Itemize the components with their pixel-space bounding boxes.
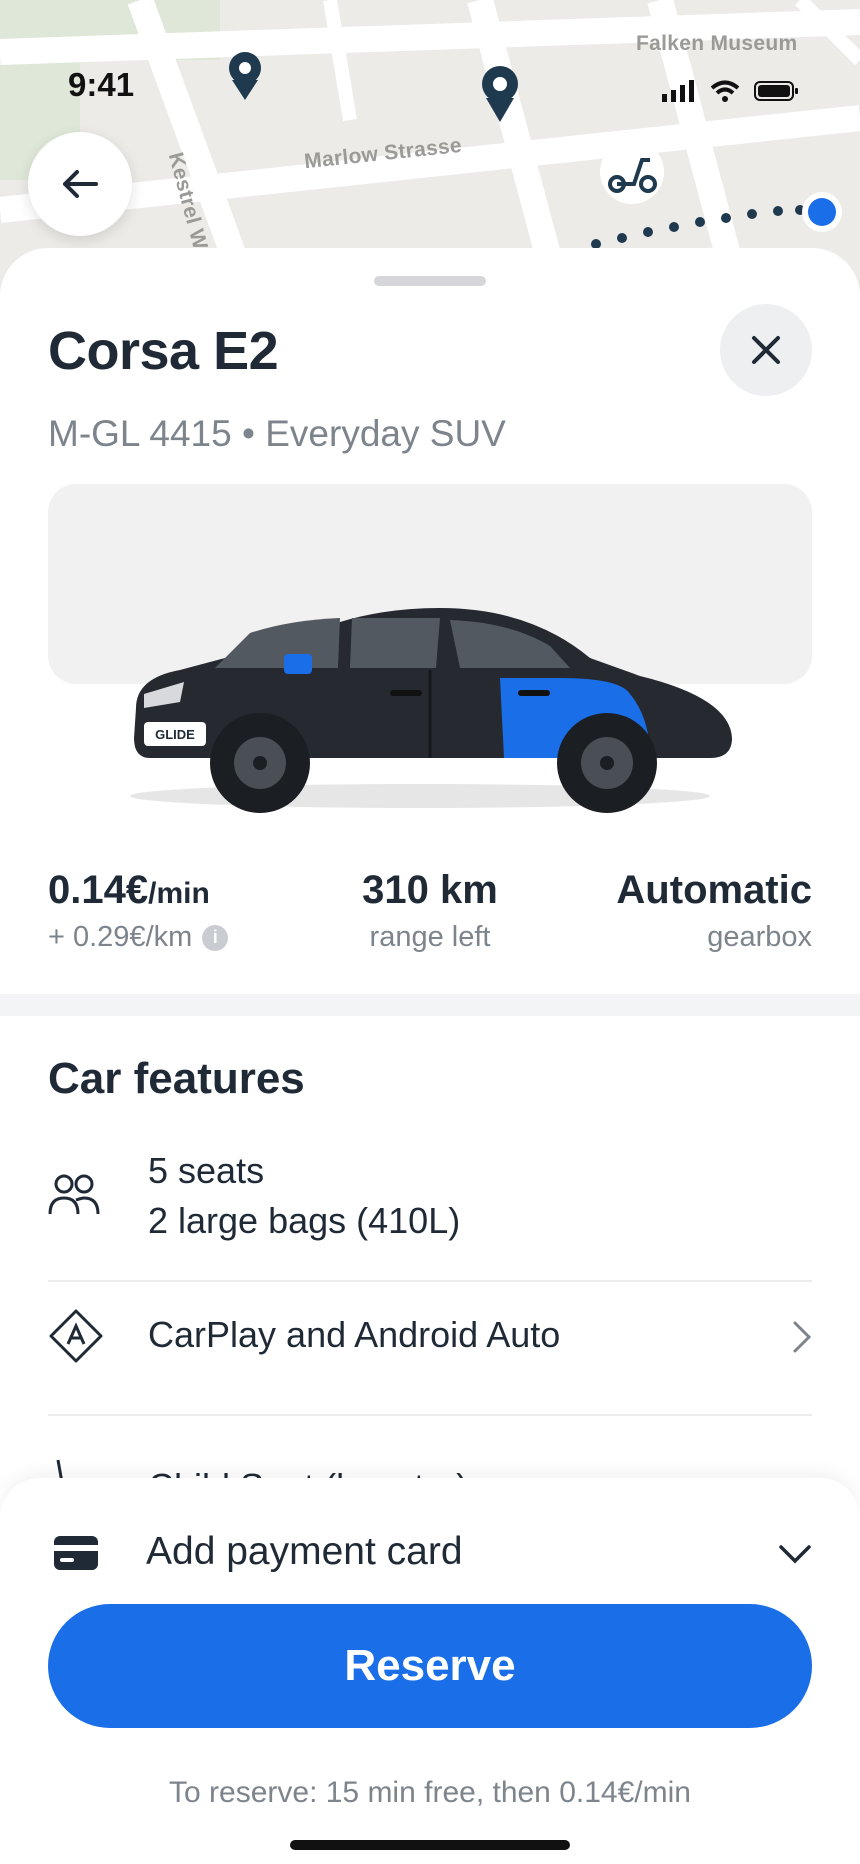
section-divider <box>0 994 860 1016</box>
feature-carplay-label: CarPlay and Android Auto <box>148 1314 561 1355</box>
reserve-note: To reserve: 15 min free, then 0.14€/min <box>169 1776 691 1809</box>
payment-selector[interactable]: Add payment card <box>48 1518 812 1588</box>
carplay-icon <box>49 1309 103 1363</box>
back-button[interactable] <box>28 132 132 236</box>
license-plate: M-GL 4415 <box>48 413 232 454</box>
people-icon <box>48 1174 100 1215</box>
car-illustration: GLIDE <box>130 608 732 813</box>
list-divider <box>48 1280 812 1282</box>
payment-label: Add payment card <box>146 1530 463 1573</box>
system-icons <box>662 80 800 102</box>
chevron-down-icon <box>779 1545 811 1564</box>
vehicle-subtitle: M-GL 4415 • Everyday SUV <box>48 413 506 455</box>
gearbox-value: Automatic <box>616 868 812 912</box>
status-bar: 9:41 <box>0 0 860 180</box>
feature-seats: 5 seats 2 large bags (410L) <box>48 1146 812 1256</box>
feature-seats-line2: 2 large bags (410L) <box>148 1200 461 1241</box>
close-button[interactable] <box>720 304 812 396</box>
vehicle-name: Corsa E2 <box>48 321 279 381</box>
credit-card-icon <box>54 1536 98 1570</box>
vehicle-category: Everyday SUV <box>265 413 506 454</box>
reserve-button[interactable]: Reserve <box>48 1604 812 1728</box>
wifi-icon <box>710 80 740 102</box>
signal-icon <box>662 80 694 102</box>
features-title: Car features <box>48 1054 305 1103</box>
separator-dot: • <box>242 413 255 454</box>
home-indicator[interactable] <box>290 1840 570 1850</box>
feature-seats-line1: 5 seats <box>148 1150 265 1191</box>
gearbox-label: gearbox <box>707 921 812 953</box>
chevron-right-icon <box>793 1321 812 1353</box>
arrow-left-icon <box>63 170 98 198</box>
feature-carplay[interactable]: CarPlay and Android Auto <box>48 1300 812 1410</box>
reserve-panel: Add payment card Reserve To reserve: 15 … <box>0 1478 860 1864</box>
close-icon <box>752 336 780 364</box>
list-divider <box>48 1414 812 1416</box>
sheet-grabber[interactable] <box>374 276 486 286</box>
car-badge-text: GLIDE <box>155 727 195 742</box>
vehicle-stats: 0.14€/min + 0.29€/km i 310 km range left… <box>48 868 812 968</box>
battery-icon <box>754 81 798 101</box>
status-time: 9:41 <box>68 66 135 103</box>
gearbox-stat: Automatic gearbox <box>616 868 812 954</box>
